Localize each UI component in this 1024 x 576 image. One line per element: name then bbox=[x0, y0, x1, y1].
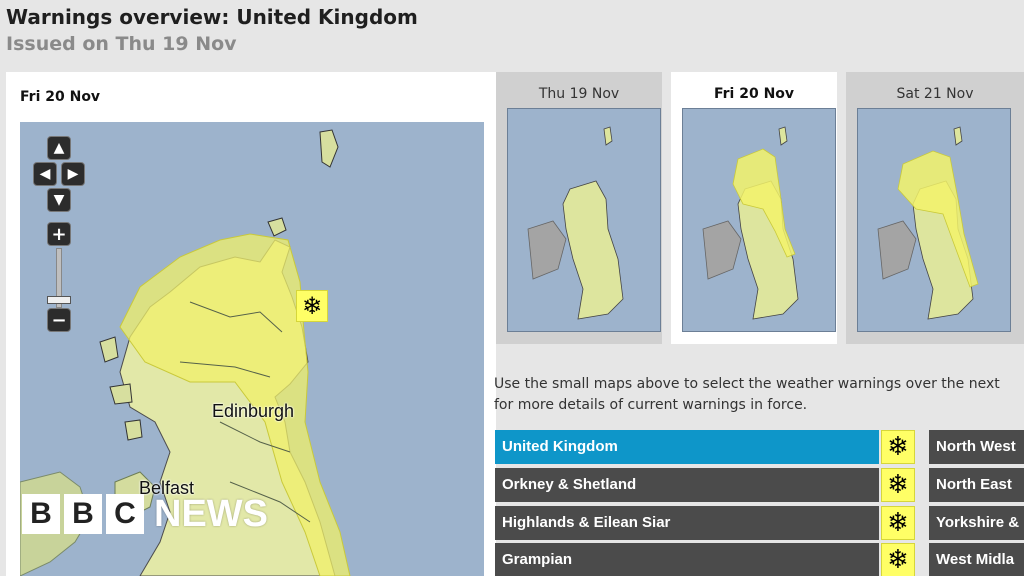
tab-label: Fri 20 Nov bbox=[713, 86, 795, 102]
tab-fri-20-nov[interactable]: Fri 20 Nov bbox=[671, 72, 837, 344]
region-orkney-shetland[interactable]: Orkney & Shetland bbox=[495, 468, 879, 502]
instructions-line-1: Use the small maps above to select the w… bbox=[494, 376, 1000, 392]
snowflake-icon: ❄ bbox=[881, 543, 915, 576]
bbc-news-watermark: B B C NEWS bbox=[22, 492, 268, 535]
tab-label: Thu 19 Nov bbox=[538, 86, 620, 102]
main-map-date: Fri 20 Nov bbox=[20, 89, 101, 105]
snow-warning-icon[interactable]: ❄ bbox=[296, 290, 328, 322]
tab-sat-21-nov[interactable]: Sat 21 Nov bbox=[846, 72, 1024, 344]
region-yorkshire[interactable]: Yorkshire & bbox=[929, 506, 1024, 540]
region-north-west[interactable]: North West bbox=[929, 430, 1024, 464]
thumbnail-map-sat[interactable] bbox=[857, 108, 1011, 332]
snowflake-icon: ❄ bbox=[881, 506, 915, 540]
thumbnail-map-fri[interactable] bbox=[682, 108, 836, 332]
instructions-line-2: for more details of current warnings in … bbox=[494, 397, 808, 413]
map-instructions: Use the small maps above to select the w… bbox=[494, 374, 1024, 416]
bbc-letter-b1: B bbox=[22, 494, 60, 534]
issued-date: Issued on Thu 19 Nov bbox=[6, 33, 237, 55]
zoom-out-button[interactable]: − bbox=[47, 308, 71, 332]
zoom-in-button[interactable]: + bbox=[47, 222, 71, 246]
snowflake-icon: ❄ bbox=[881, 468, 915, 502]
thumbnail-graphic bbox=[527, 126, 624, 320]
tab-thu-19-nov[interactable]: Thu 19 Nov bbox=[496, 72, 662, 344]
pan-right-button[interactable]: ▶ bbox=[61, 162, 85, 186]
pan-up-button[interactable]: ▲ bbox=[47, 136, 71, 160]
pan-left-button[interactable]: ◀ bbox=[33, 162, 57, 186]
region-united-kingdom[interactable]: United Kingdom bbox=[495, 430, 879, 464]
region-highlands-eilean-siar[interactable]: Highlands & Eilean Siar bbox=[495, 506, 879, 540]
snowflake-icon: ❄ bbox=[881, 430, 915, 464]
region-north-east[interactable]: North East bbox=[929, 468, 1024, 502]
bbc-letter-c: C bbox=[106, 494, 144, 534]
bbc-news-text: NEWS bbox=[154, 492, 268, 535]
bbc-letter-b2: B bbox=[64, 494, 102, 534]
thumbnail-graphic bbox=[702, 126, 799, 320]
pan-down-button[interactable]: ▼ bbox=[47, 188, 71, 212]
tab-label: Sat 21 Nov bbox=[896, 86, 974, 102]
page-title: Warnings overview: United Kingdom bbox=[6, 5, 418, 29]
region-west-midlands[interactable]: West Midla bbox=[929, 543, 1024, 576]
thumbnail-graphic bbox=[877, 126, 979, 320]
edinburgh-label: Edinburgh bbox=[212, 401, 295, 421]
region-grampian[interactable]: Grampian bbox=[495, 543, 879, 576]
thumbnail-map-thu[interactable] bbox=[507, 108, 661, 332]
zoom-slider-handle[interactable] bbox=[47, 296, 71, 304]
